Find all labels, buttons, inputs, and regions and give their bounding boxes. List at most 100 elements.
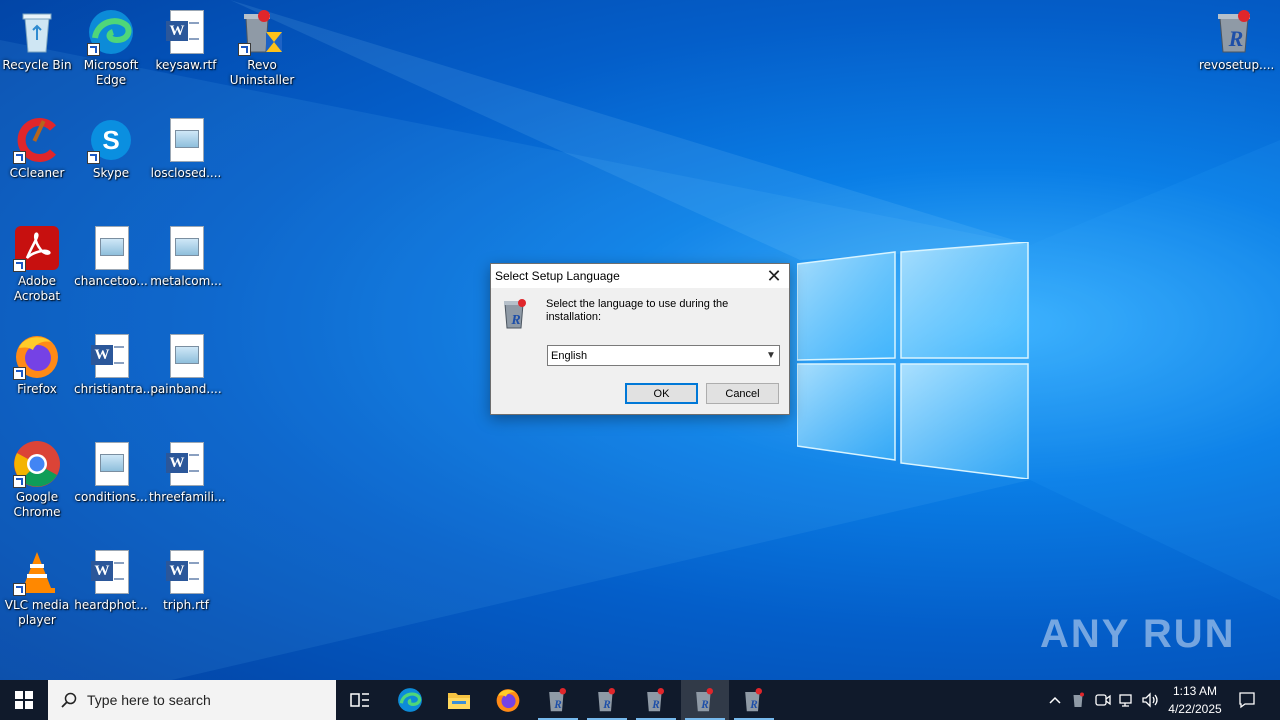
- desktop-icon-christiantra[interactable]: W christiantra...: [74, 326, 155, 397]
- desktop-icon-vlc[interactable]: VLC media player: [0, 542, 74, 628]
- dialog-message: Select the language to use during the in…: [546, 298, 729, 323]
- svg-text:R: R: [749, 699, 758, 711]
- taskbar-edge[interactable]: [386, 680, 434, 720]
- edge-icon: [398, 688, 422, 712]
- ok-button[interactable]: OK: [625, 383, 698, 404]
- icon-label: metalcom...: [150, 274, 222, 288]
- task-view-icon: [350, 693, 369, 707]
- desktop-icon-metalcom[interactable]: metalcom...: [149, 218, 223, 289]
- revo-uninstaller-icon: R: [549, 688, 566, 712]
- icon-label: chancetoo...: [74, 274, 148, 288]
- taskbar-revo-window-4[interactable]: R: [681, 680, 729, 720]
- edge-icon: [87, 8, 135, 56]
- dialog-title: Select Setup Language: [495, 269, 620, 283]
- windows-start-icon: [15, 691, 33, 709]
- taskbar-revo-window-1[interactable]: R: [534, 680, 582, 720]
- taskbar-search-box[interactable]: Type here to search: [48, 680, 336, 720]
- svg-text:S: S: [102, 125, 119, 155]
- camera-icon: [1095, 694, 1111, 706]
- volume-icon: [1142, 692, 1158, 708]
- icon-label: keysaw.rtf: [155, 58, 217, 72]
- desktop-icon-chancetoo[interactable]: chancetoo...: [74, 218, 148, 289]
- revo-uninstaller-icon: R: [598, 688, 615, 712]
- svg-text:R: R: [700, 699, 709, 711]
- skype-icon: S: [87, 116, 135, 164]
- taskbar-clock[interactable]: 1:13 AM 4/22/2025: [1160, 682, 1230, 718]
- search-icon: [61, 692, 77, 708]
- language-select[interactable]: English ▼: [547, 345, 780, 366]
- recycle-bin-icon: [13, 8, 61, 56]
- desktop-icon-microsoft-edge[interactable]: Microsoft Edge: [74, 2, 148, 88]
- clock-time: 1:13 AM: [1172, 684, 1218, 698]
- cancel-button[interactable]: Cancel: [706, 383, 779, 404]
- word-document-icon: W: [87, 332, 135, 380]
- desktop-icon-ccleaner[interactable]: CCleaner: [0, 110, 74, 181]
- icon-label: losclosed....: [150, 166, 222, 180]
- tray-volume[interactable]: [1140, 680, 1162, 720]
- image-file-icon: [162, 224, 210, 272]
- icon-label: Microsoft Edge: [83, 58, 139, 87]
- tray-revo-icon[interactable]: [1068, 680, 1090, 720]
- revo-uninstaller-icon: [238, 8, 286, 56]
- desktop-icon-recycle-bin[interactable]: Recycle Bin: [0, 2, 74, 73]
- word-document-icon: W: [87, 548, 135, 596]
- folder-icon: [448, 693, 470, 709]
- svg-text:R: R: [1228, 26, 1244, 51]
- desktop-icon-firefox[interactable]: Firefox: [0, 326, 74, 397]
- image-file-icon: [87, 224, 135, 272]
- desktop-icon-losclosed[interactable]: losclosed....: [149, 110, 223, 181]
- search-placeholder: Type here to search: [87, 692, 211, 708]
- start-button[interactable]: [0, 680, 48, 720]
- task-view-button[interactable]: [336, 680, 384, 720]
- icon-label: revosetup....: [1199, 58, 1275, 72]
- shortcut-arrow-icon: [13, 475, 26, 488]
- tray-network[interactable]: [1116, 680, 1138, 720]
- word-document-icon: W: [162, 8, 210, 56]
- ccleaner-icon: [13, 116, 61, 164]
- taskbar-revo-window-5[interactable]: R: [730, 680, 778, 720]
- icon-label: christiantra...: [74, 382, 155, 396]
- taskbar-revo-window-2[interactable]: R: [583, 680, 631, 720]
- svg-text:R: R: [602, 699, 611, 711]
- chrome-icon: [13, 440, 61, 488]
- show-hidden-icons-button[interactable]: [1044, 680, 1066, 720]
- desktop-icon-threefamili[interactable]: W threefamili...: [149, 434, 225, 505]
- icon-label: Google Chrome: [13, 490, 61, 519]
- desktop-icon-painband[interactable]: painband....: [149, 326, 223, 397]
- clock-date: 4/22/2025: [1168, 702, 1222, 716]
- firefox-icon: [13, 332, 61, 380]
- desktop-icon-conditions[interactable]: conditions...: [74, 434, 148, 505]
- desktop-icon-heardphot[interactable]: W heardphot...: [74, 542, 148, 613]
- desktop-icon-google-chrome[interactable]: Google Chrome: [0, 434, 74, 520]
- dialog-titlebar[interactable]: Select Setup Language ✕: [491, 264, 789, 288]
- taskbar-revo-window-3[interactable]: R: [632, 680, 680, 720]
- notification-icon: [1239, 692, 1255, 709]
- tray-meet-now[interactable]: [1092, 680, 1114, 720]
- revo-setup-icon: R: [1212, 8, 1260, 56]
- shortcut-arrow-icon: [87, 151, 100, 164]
- chevron-down-icon[interactable]: ▼: [763, 350, 779, 361]
- anyrun-watermark: ANY RUN: [1040, 612, 1236, 656]
- taskbar-firefox[interactable]: [484, 680, 532, 720]
- image-file-icon: [162, 332, 210, 380]
- close-icon[interactable]: ✕: [759, 264, 789, 288]
- shortcut-arrow-icon: [13, 259, 26, 272]
- chevron-up-icon: [1049, 696, 1061, 704]
- desktop-icon-keysaw[interactable]: W keysaw.rtf: [149, 2, 223, 73]
- vlc-cone-icon: [13, 548, 61, 596]
- desktop-icon-triph[interactable]: W triph.rtf: [149, 542, 223, 613]
- icon-label: Firefox: [17, 382, 57, 396]
- taskbar-file-explorer[interactable]: [435, 680, 483, 720]
- shortcut-arrow-icon: [13, 583, 26, 596]
- icon-label: CCleaner: [9, 166, 65, 180]
- image-file-icon: [87, 440, 135, 488]
- desktop-icon-skype[interactable]: S Skype: [74, 110, 148, 181]
- action-center-button[interactable]: [1232, 680, 1262, 720]
- desktop-icon-revo-uninstaller[interactable]: Revo Uninstaller: [225, 2, 299, 88]
- revo-tray-icon: [1073, 692, 1084, 707]
- desktop-icon-revosetup[interactable]: R revosetup....: [1199, 2, 1275, 73]
- firefox-icon: [496, 689, 520, 712]
- icon-label: conditions...: [74, 490, 148, 504]
- windows-wallpaper-logo: [797, 242, 1029, 479]
- desktop-icon-adobe-acrobat[interactable]: Adobe Acrobat: [0, 218, 74, 304]
